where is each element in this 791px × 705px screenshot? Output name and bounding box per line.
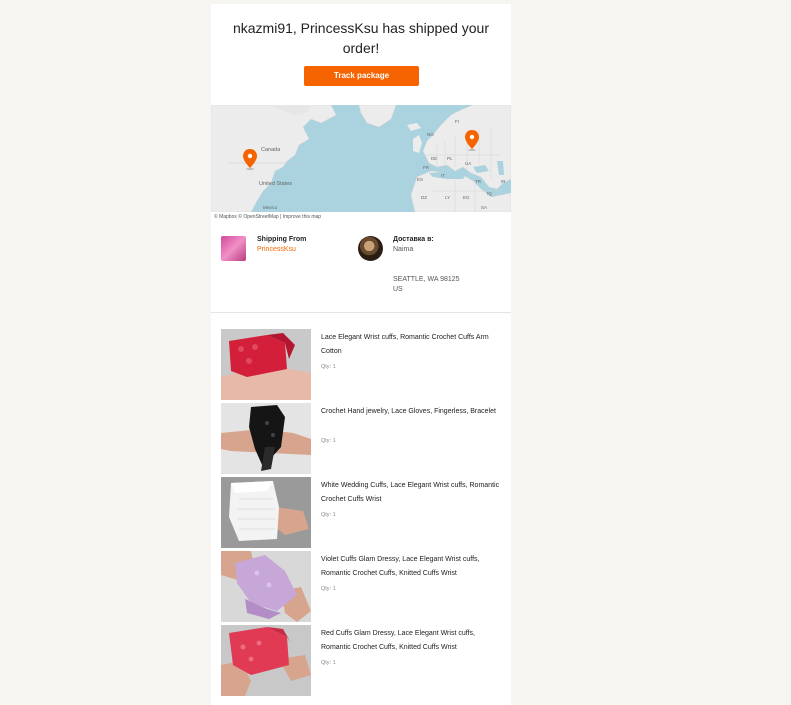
map-label-canada: Canada: [261, 147, 281, 153]
list-item: White Wedding Cuffs, Lace Elegant Wrist …: [221, 477, 506, 551]
item-title-link[interactable]: White Wedding Cuffs, Lace Elegant Wrist …: [321, 479, 503, 507]
shop-name-link[interactable]: PrincessKsu: [257, 246, 296, 253]
shipping-from-label: Shipping From: [257, 236, 307, 243]
map-label-sa: SA: [481, 205, 487, 210]
map-label-iq: IQ: [487, 191, 492, 196]
destination-block: Доставка в: Naima SEATTLE, WA 98125 US: [358, 236, 508, 296]
map-label-ly: LY: [445, 195, 450, 200]
shipping-map[interactable]: Canada United States Mexico NO FI DE PL …: [211, 105, 511, 212]
list-item: Lace Elegant Wrist cuffs, Romantic Croch…: [221, 329, 506, 403]
item-quantity: Qty: 1: [321, 512, 336, 518]
address-line-1: SEATTLE, WA 98125: [393, 276, 460, 283]
improve-map-link[interactable]: Improve this map: [283, 214, 321, 220]
map-label-eg: EG: [463, 195, 470, 200]
item-thumbnail[interactable]: [221, 477, 311, 548]
map-label-no: NO: [427, 132, 434, 137]
shipping-email-card: nkazmi91, PrincessKsu has shipped your o…: [211, 4, 511, 705]
attribution-separator: |: [280, 214, 282, 220]
item-title-link[interactable]: Lace Elegant Wrist cuffs, Romantic Croch…: [321, 331, 503, 359]
address-line-2: US: [393, 286, 403, 293]
map-label-ua: UA: [465, 161, 471, 166]
item-title-link[interactable]: Red Cuffs Glam Dressy, Lace Elegant Wris…: [321, 627, 503, 655]
map-label-ir: IR: [501, 179, 506, 184]
map-label-pl: PL: [447, 156, 453, 161]
map-label-fr: FR: [423, 165, 430, 170]
item-title-link[interactable]: Crochet Hand jewelry, Lace Gloves, Finge…: [321, 405, 503, 419]
list-item: Crochet Hand jewelry, Lace Gloves, Finge…: [221, 403, 506, 477]
map-label-it: IT: [441, 173, 445, 178]
map-label-de: DE: [431, 156, 437, 161]
item-thumbnail[interactable]: [221, 551, 311, 622]
item-quantity: Qty: 1: [321, 586, 336, 592]
order-items-list: Lace Elegant Wrist cuffs, Romantic Croch…: [221, 329, 506, 699]
item-thumbnail[interactable]: [221, 329, 311, 400]
track-package-button[interactable]: Track package: [304, 66, 419, 86]
list-item: Red Cuffs Glam Dressy, Lace Elegant Wris…: [221, 625, 506, 699]
map-label-tr: TR: [475, 179, 482, 184]
item-thumbnail[interactable]: [221, 403, 311, 474]
map-graphic: Canada United States Mexico NO FI DE PL …: [211, 105, 511, 212]
map-attribution: © Mapbox © OpenStreetMap | Improve this …: [214, 214, 321, 220]
item-quantity: Qty: 1: [321, 364, 336, 370]
section-divider: [211, 312, 511, 313]
destination-label: Доставка в:: [393, 236, 434, 243]
recipient-avatar: [358, 236, 383, 261]
map-label-fi: FI: [455, 119, 459, 124]
item-title-link[interactable]: Violet Cuffs Glam Dressy, Lace Elegant W…: [321, 553, 503, 581]
item-quantity: Qty: 1: [321, 438, 336, 444]
shipped-headline: nkazmi91, PrincessKsu has shipped your o…: [232, 20, 490, 56]
map-label-united-states: United States: [259, 181, 292, 187]
map-label-es: ES: [417, 177, 423, 182]
map-label-mexico: Mexico: [263, 205, 278, 210]
mapbox-attribution-link[interactable]: © Mapbox: [214, 214, 237, 220]
list-item: Violet Cuffs Glam Dressy, Lace Elegant W…: [221, 551, 506, 625]
item-quantity: Qty: 1: [321, 660, 336, 666]
recipient-name: Naima: [393, 246, 414, 253]
map-label-dz: DZ: [421, 195, 427, 200]
shipping-from-block: Shipping From PrincessKsu: [221, 236, 356, 266]
shop-avatar[interactable]: [221, 236, 246, 261]
item-thumbnail[interactable]: [221, 625, 311, 696]
osm-attribution-link[interactable]: © OpenStreetMap: [238, 214, 278, 220]
